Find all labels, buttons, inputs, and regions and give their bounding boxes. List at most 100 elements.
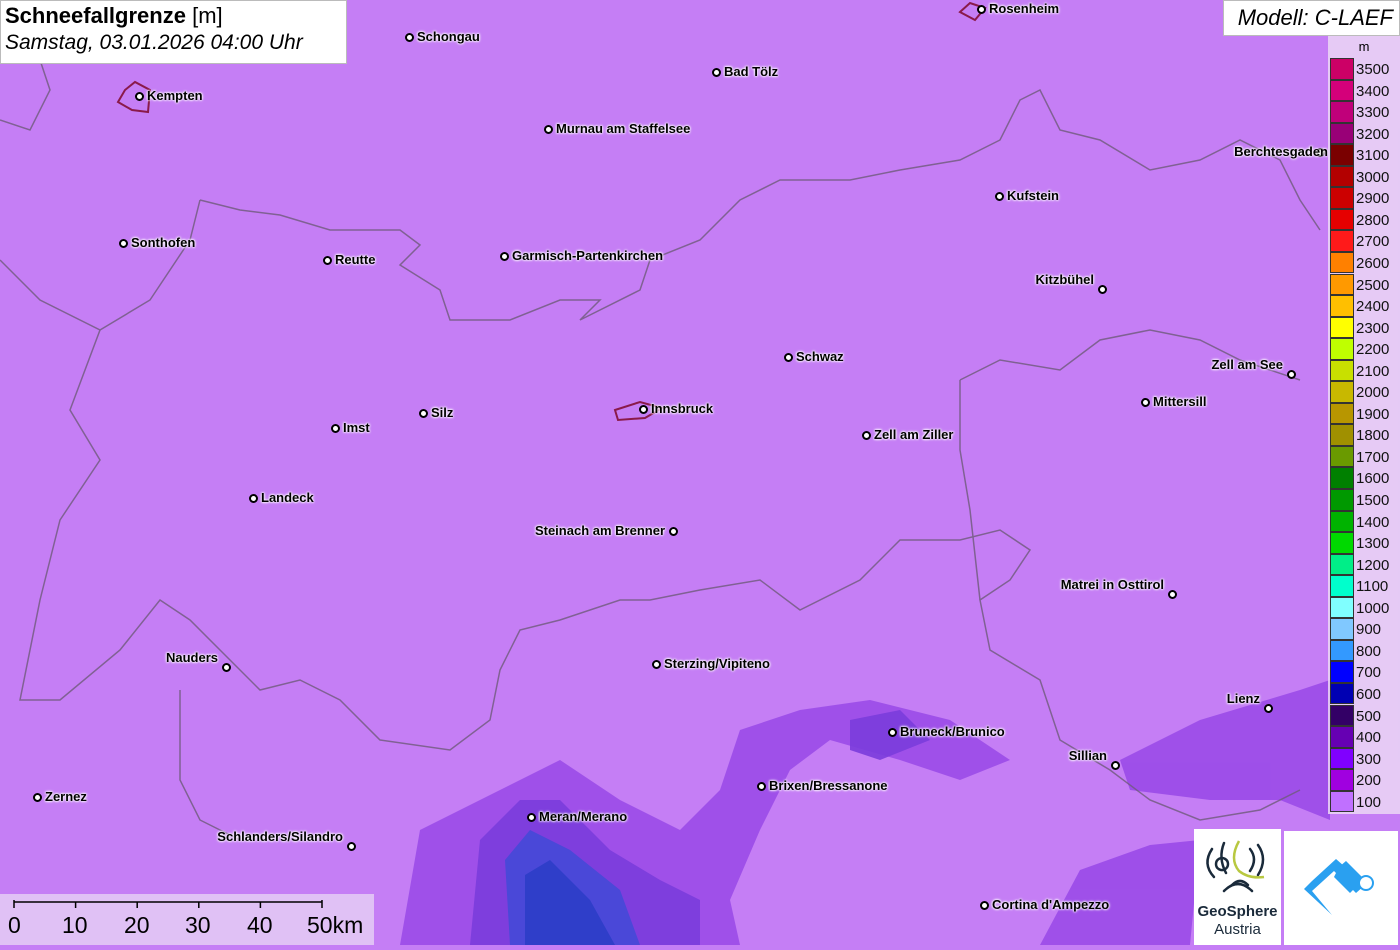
city-label: Silz: [431, 405, 454, 420]
legend-swatch: [1330, 208, 1354, 231]
city-label: Nauders: [165, 650, 218, 665]
city-label: Garmisch-Partenkirchen: [512, 248, 664, 263]
legend-label: 700: [1356, 664, 1382, 682]
legend-label: 3100: [1356, 147, 1390, 165]
legend-swatch: [1330, 251, 1354, 274]
legend-entry: 1300: [1330, 532, 1400, 554]
city-marker[interactable]: [330, 423, 340, 433]
legend-label: 2100: [1356, 362, 1390, 380]
city-label: Innsbruck: [651, 401, 714, 416]
city-marker[interactable]: [404, 32, 414, 42]
legend-label: 600: [1356, 685, 1382, 703]
city-marker[interactable]: [711, 67, 721, 77]
legend-entry: 2400: [1330, 295, 1400, 317]
city-marker[interactable]: [248, 493, 258, 503]
legend-entry: 1700: [1330, 445, 1400, 468]
city-label: Murnau am Staffelsee: [556, 121, 691, 136]
legend-entry: 1400: [1330, 510, 1400, 533]
geosphere-logo-subtext: Austria: [1214, 921, 1261, 938]
legend-swatch: [1330, 445, 1354, 468]
legend-entry: 2900: [1330, 187, 1400, 209]
city-marker[interactable]: [1110, 760, 1120, 770]
scale-bar-line: [13, 900, 323, 908]
city-marker[interactable]: [638, 404, 648, 414]
legend-swatch: [1330, 575, 1354, 597]
city-marker[interactable]: [976, 4, 986, 14]
legend-label: 900: [1356, 621, 1382, 639]
map-title: Schneefallgrenze: [5, 3, 186, 28]
city-marker[interactable]: [1097, 284, 1107, 294]
city-marker[interactable]: [756, 781, 766, 791]
city-marker[interactable]: [499, 251, 509, 261]
city-marker[interactable]: [979, 900, 989, 910]
city-marker[interactable]: [668, 526, 678, 536]
legend-swatch: [1330, 747, 1354, 770]
legend-swatch: [1330, 101, 1354, 123]
city-label: Imst: [343, 420, 370, 435]
legend-label: 3500: [1356, 61, 1390, 78]
legend-swatch: [1330, 402, 1354, 425]
legend-swatch: [1330, 381, 1354, 403]
legend-label: 2900: [1356, 190, 1390, 208]
city-marker[interactable]: [32, 792, 42, 802]
city-marker[interactable]: [526, 812, 536, 822]
legend-swatch: [1330, 295, 1354, 317]
city-marker[interactable]: [1140, 397, 1150, 407]
legend-entry: 2600: [1330, 251, 1400, 274]
scale-label: 20: [124, 912, 150, 938]
city-marker[interactable]: [1286, 369, 1296, 379]
city-marker[interactable]: [1263, 703, 1273, 713]
city-marker[interactable]: [346, 841, 356, 851]
city-label: Zell am See: [1211, 357, 1283, 372]
city-marker[interactable]: [887, 727, 897, 737]
city-marker[interactable]: [543, 124, 553, 134]
model-label: Modell: C-LAEF: [1223, 0, 1400, 36]
legend-label: 500: [1356, 707, 1382, 725]
legend-label: 2600: [1356, 254, 1390, 272]
city-label: Cortina d'Ampezzo: [992, 897, 1110, 912]
city-label: Kitzbühel: [1035, 272, 1095, 287]
city-label: Zell am Ziller: [874, 427, 954, 442]
city-label: Landeck: [261, 490, 314, 505]
legend-label: 2400: [1356, 298, 1390, 316]
city-marker[interactable]: [118, 238, 128, 248]
legend-label: 2800: [1356, 211, 1390, 229]
forecast-datetime: Samstag, 03.01.2026 04:00 Uhr: [5, 31, 303, 54]
legend-entry: 300: [1330, 747, 1400, 770]
legend-label: 800: [1356, 642, 1382, 660]
legend-entry: 600: [1330, 682, 1400, 705]
city-marker[interactable]: [418, 408, 428, 418]
legend-entry: 3000: [1330, 165, 1400, 188]
legend-label: 2300: [1356, 319, 1390, 337]
legend-label: 1800: [1356, 427, 1390, 445]
city-marker[interactable]: [221, 662, 231, 672]
legend-swatch: [1330, 230, 1354, 252]
legend-swatch: [1330, 489, 1354, 511]
legend-label: 300: [1356, 750, 1382, 768]
city-marker[interactable]: [994, 191, 1004, 201]
legend-swatch: [1330, 338, 1354, 360]
city-label: Kempten: [147, 88, 203, 103]
legend-swatch: [1330, 316, 1354, 339]
legend-swatch: [1330, 532, 1354, 554]
legend-swatch: [1330, 790, 1354, 813]
legend-label: 3000: [1356, 168, 1390, 186]
legend-entry: 1500: [1330, 489, 1400, 511]
city-label: Schwaz: [796, 349, 844, 364]
geosphere-logo[interactable]: GeoSphere Austria: [1194, 829, 1281, 945]
city-label: Meran/Merano: [539, 809, 628, 824]
legend-swatch: [1330, 510, 1354, 533]
map-canvas[interactable]: [0, 0, 1400, 945]
city-marker[interactable]: [783, 352, 793, 362]
city-marker[interactable]: [1167, 589, 1177, 599]
city-marker[interactable]: [134, 91, 144, 101]
city-marker[interactable]: [651, 659, 661, 669]
scale-label: 40: [247, 912, 273, 938]
city-marker[interactable]: [861, 430, 871, 440]
legend-entry: 200: [1330, 769, 1400, 791]
partner-logo[interactable]: [1284, 831, 1398, 945]
city-marker[interactable]: [322, 255, 332, 265]
legend-entry: 500: [1330, 704, 1400, 727]
legend-swatch: [1330, 187, 1354, 209]
city-label: Lienz: [1226, 691, 1260, 706]
